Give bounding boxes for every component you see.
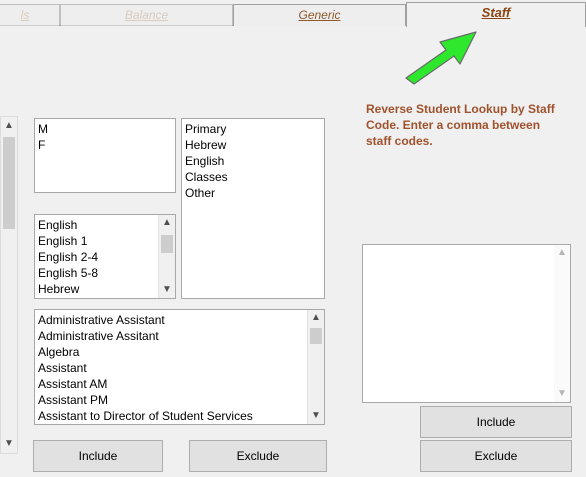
list-item[interactable]: English 1 [38,233,175,249]
staff-codes-textarea[interactable]: ▲ ▼ [362,244,571,403]
list-item[interactable]: Assistant to Director of Student Service… [38,408,324,424]
staff-exclude-button[interactable]: Exclude [420,440,572,472]
staff-instructions: Reverse Student Lookup by Staff Code. En… [366,102,555,148]
left-scrollbar[interactable]: ▲ ▼ [0,116,18,454]
staff-include-button[interactable]: Include [420,406,572,438]
tab-strip: ls Balance Generic Staff [0,0,586,27]
category-listbox[interactable]: Primary Hebrew English Classes Other [181,118,325,299]
list-item[interactable]: Administrative Assitant [38,328,324,344]
list-item[interactable]: Hebrew [38,281,175,297]
scroll-up-icon[interactable]: ▲ [308,310,324,326]
scroll-up-icon[interactable]: ▲ [554,245,570,261]
position-listbox[interactable]: Administrative Assistant Administrative … [34,309,325,425]
list-item[interactable]: Assistant PM [38,392,324,408]
tab-partial[interactable]: ls [0,4,60,26]
position-scrollbar[interactable]: ▲ ▼ [307,310,324,424]
list-item[interactable]: English 2-4 [38,249,175,265]
list-item[interactable]: Primary [185,121,324,137]
scroll-down-icon[interactable]: ▼ [1,435,17,453]
scroll-up-icon[interactable]: ▲ [159,215,175,231]
list-item[interactable]: Algebra [38,344,324,360]
scroll-down-icon[interactable]: ▼ [554,386,570,402]
exclude-button[interactable]: Exclude [189,440,327,472]
list-item[interactable]: English 5-8 [38,265,175,281]
include-button[interactable]: Include [33,440,163,472]
list-item[interactable]: English [185,153,324,169]
list-item[interactable]: Other [185,185,324,201]
list-item[interactable]: M [38,121,175,137]
tab-generic[interactable]: Generic [233,4,406,26]
staff-codes-value[interactable] [363,245,570,247]
list-item[interactable]: Administrative Assistant [38,312,324,328]
scroll-up-icon[interactable]: ▲ [1,117,17,135]
list-item[interactable]: Assistant AM [38,376,324,392]
scroll-thumb[interactable] [3,137,15,229]
list-item[interactable]: English [38,217,175,233]
scroll-thumb[interactable] [161,235,173,253]
tab-balance[interactable]: Balance [60,4,233,26]
subject-scrollbar[interactable]: ▲ ▼ [158,215,175,298]
subject-listbox[interactable]: English English 1 English 2-4 English 5-… [34,214,176,299]
scroll-down-icon[interactable]: ▼ [159,282,175,298]
gender-listbox[interactable]: M F [34,118,176,193]
scroll-down-icon[interactable]: ▼ [308,408,324,424]
staff-codes-scrollbar[interactable]: ▲ ▼ [554,245,570,402]
pointer-arrow-icon [405,31,477,85]
tab-staff[interactable]: Staff [406,2,586,27]
list-item[interactable]: Classes [185,169,324,185]
list-item[interactable]: Assistant [38,360,324,376]
list-item[interactable]: F [38,137,175,153]
list-item[interactable]: Hebrew [185,137,324,153]
scroll-thumb[interactable] [310,328,322,344]
